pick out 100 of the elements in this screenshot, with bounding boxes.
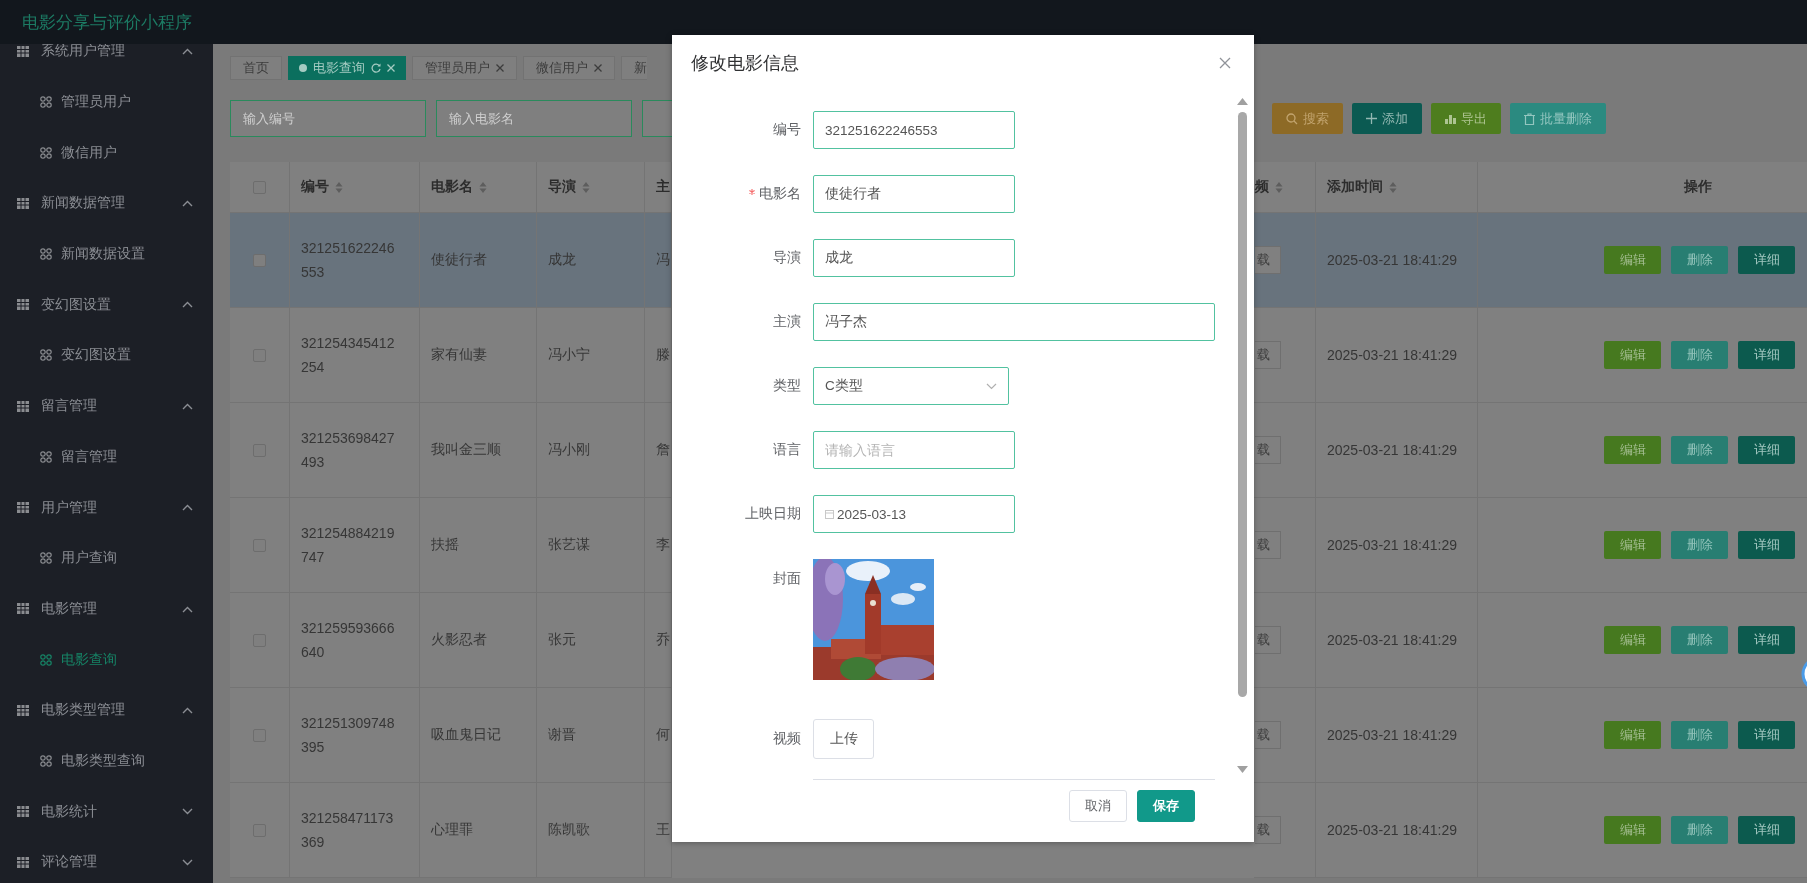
- download-button[interactable]: 载: [1255, 436, 1281, 464]
- cancel-button[interactable]: 取消: [1069, 790, 1127, 822]
- table-cell: 吸血鬼日记: [431, 726, 501, 744]
- action-button[interactable]: 编辑: [1604, 721, 1661, 749]
- menu-item[interactable]: 用户查询: [0, 532, 213, 584]
- action-button[interactable]: 删除: [1671, 816, 1728, 844]
- grid-icon: [17, 299, 29, 311]
- menu-item[interactable]: 管理员用户: [0, 76, 213, 128]
- grid-icon: [17, 704, 29, 716]
- tab[interactable]: 管理员用户: [412, 56, 517, 80]
- table-cell: 321251309748395: [290, 688, 420, 783]
- menu-group[interactable]: 新闻数据管理: [0, 178, 213, 229]
- download-button[interactable]: 载: [1255, 626, 1281, 654]
- action-button[interactable]: 编辑: [1604, 341, 1661, 369]
- dot-icon: [299, 64, 307, 72]
- text-field[interactable]: 冯子杰: [813, 303, 1215, 341]
- refresh-icon[interactable]: [371, 63, 381, 73]
- menu-group[interactable]: 变幻图设置: [0, 279, 213, 331]
- action-button[interactable]: 编辑: [1604, 246, 1661, 274]
- action-button[interactable]: 删除: [1671, 436, 1728, 464]
- table-cell: 心理罪: [431, 821, 473, 839]
- action-button[interactable]: 详细: [1738, 246, 1795, 274]
- search-button[interactable]: 搜索: [1272, 103, 1343, 134]
- action-button[interactable]: 删除: [1671, 721, 1728, 749]
- apps-icon: [40, 450, 52, 463]
- search-field[interactable]: 输入编号: [230, 100, 426, 137]
- search-field[interactable]: [642, 100, 672, 137]
- add-button[interactable]: 添加: [1352, 103, 1422, 134]
- menu-group[interactable]: 用户管理: [0, 482, 213, 533]
- close-icon[interactable]: [496, 64, 504, 72]
- download-button[interactable]: 载: [1255, 531, 1281, 559]
- action-button[interactable]: 编辑: [1604, 436, 1661, 464]
- field-label: 类型: [773, 378, 801, 393]
- table-cell: 王: [656, 821, 670, 839]
- menu-group[interactable]: 系统用户管理: [0, 44, 213, 77]
- table-cell: 321251622246553: [290, 213, 420, 308]
- checkbox[interactable]: [253, 253, 266, 267]
- action-button[interactable]: 删除: [1671, 626, 1728, 654]
- field-label: 主演: [773, 314, 801, 329]
- sort-icon[interactable]: [335, 180, 343, 194]
- text-field[interactable]: 321251622246553: [813, 111, 1015, 149]
- action-button[interactable]: 详细: [1738, 816, 1795, 844]
- sort-icon[interactable]: [479, 180, 487, 194]
- column-header: 编号: [301, 178, 329, 196]
- action-button[interactable]: 删除: [1671, 246, 1728, 274]
- date-field[interactable]: 2025-03-13: [813, 495, 1015, 533]
- field-label: 编号: [773, 122, 801, 137]
- sort-icon[interactable]: [582, 180, 590, 194]
- menu-group[interactable]: 留言管理: [0, 380, 213, 432]
- delete-button[interactable]: 批量删除: [1510, 103, 1606, 134]
- save-button[interactable]: 保存: [1137, 790, 1195, 822]
- calendar-icon: [825, 509, 834, 519]
- download-button[interactable]: 载: [1255, 246, 1281, 274]
- menu-group[interactable]: 评论管理: [0, 837, 213, 883]
- menu-item[interactable]: 电影查询: [0, 634, 213, 685]
- sort-icon[interactable]: [1389, 180, 1397, 194]
- tab[interactable]: 微信用户: [523, 56, 615, 80]
- table-cell: 冯小宁: [548, 346, 590, 364]
- chevron-up-icon: [182, 605, 193, 613]
- menu-item[interactable]: 留言管理: [0, 431, 213, 483]
- tab[interactable]: 电影查询: [288, 56, 406, 80]
- menu-group[interactable]: 电影类型管理: [0, 684, 213, 736]
- action-button[interactable]: 详细: [1738, 341, 1795, 369]
- menu-group[interactable]: 电影统计: [0, 786, 213, 837]
- close-icon[interactable]: [594, 64, 602, 72]
- field-label: 上映日期: [745, 506, 801, 521]
- text-field[interactable]: 请输入语言: [813, 431, 1015, 469]
- grid-icon: [17, 502, 29, 514]
- tab[interactable]: 新: [621, 56, 647, 80]
- action-button[interactable]: 详细: [1738, 531, 1795, 559]
- search-field[interactable]: 输入电影名: [436, 100, 632, 137]
- download-button[interactable]: 载: [1255, 721, 1281, 749]
- menu-item[interactable]: 变幻图设置: [0, 330, 213, 381]
- action-button[interactable]: 删除: [1671, 341, 1728, 369]
- action-button[interactable]: 编辑: [1604, 626, 1661, 654]
- action-button[interactable]: 详细: [1738, 721, 1795, 749]
- upload-button[interactable]: 上传: [813, 719, 874, 759]
- action-button[interactable]: 编辑: [1604, 816, 1661, 844]
- text-field[interactable]: 使徒行者: [813, 175, 1015, 213]
- table-cell: 火影忍者: [431, 631, 487, 649]
- action-button[interactable]: 编辑: [1604, 531, 1661, 559]
- sort-icon[interactable]: [1275, 180, 1283, 194]
- text-field[interactable]: 成龙: [813, 239, 1015, 277]
- menu-group[interactable]: 电影管理: [0, 583, 213, 635]
- menu-item[interactable]: 新闻数据设置: [0, 228, 213, 280]
- action-button[interactable]: 详细: [1738, 626, 1795, 654]
- apps-icon: [40, 754, 52, 767]
- field-label: 导演: [773, 250, 801, 265]
- menu-item[interactable]: 微信用户: [0, 127, 213, 179]
- menu-item[interactable]: 电影类型查询: [0, 735, 213, 787]
- action-button[interactable]: 删除: [1671, 531, 1728, 559]
- select-field[interactable]: C类型: [813, 367, 1009, 405]
- download-button[interactable]: 载: [1255, 341, 1281, 369]
- tab[interactable]: 首页: [230, 56, 282, 80]
- grid-icon: [17, 197, 29, 209]
- download-button[interactable]: 载: [1255, 816, 1281, 844]
- action-button[interactable]: 详细: [1738, 436, 1795, 464]
- apps-icon: [40, 248, 52, 261]
- export-button[interactable]: 导出: [1431, 103, 1501, 134]
- table-cell: 成龙: [548, 251, 576, 269]
